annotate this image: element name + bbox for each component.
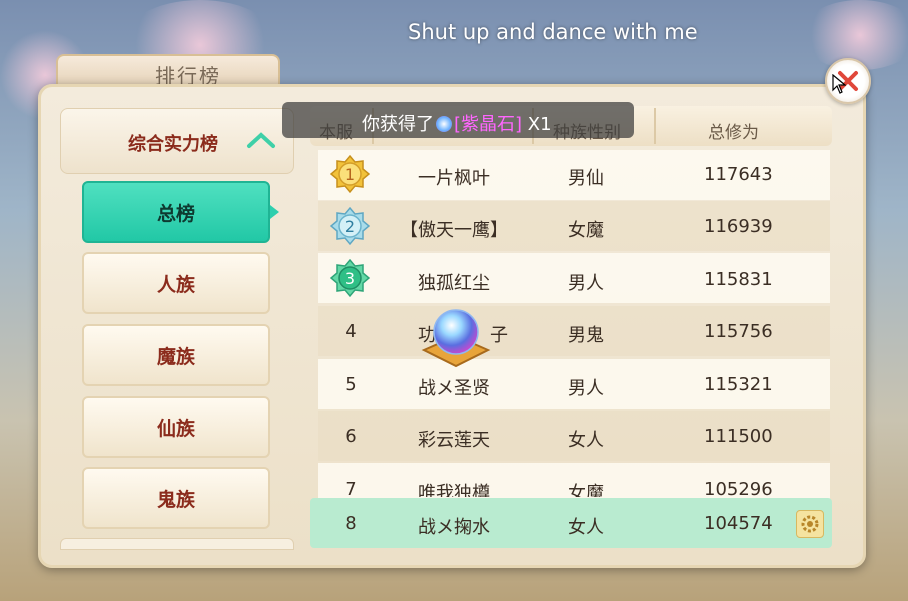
gear-icon[interactable]: [796, 510, 824, 538]
svg-text:2: 2: [345, 217, 355, 236]
player-rank: 4: [345, 321, 357, 342]
player-rank: 5: [345, 374, 357, 395]
player-name: 【傲天一鹰】: [400, 220, 508, 241]
left-column-footer: [60, 538, 294, 550]
song-caption: Shut up and dance with me: [408, 20, 698, 44]
player-rank: 6: [345, 426, 357, 447]
toast-prefix: 你获得了: [362, 114, 434, 135]
player-race-gender: 女魔: [568, 220, 604, 241]
player-race-gender: 男鬼: [568, 325, 604, 346]
reward-toast-text: 你获得了 [紫晶石] X1: [362, 110, 552, 136]
my-rank: 8: [345, 513, 357, 534]
player-score: 115831: [704, 269, 773, 290]
green-medal-icon: 3: [330, 258, 370, 298]
chevron-up-icon[interactable]: [246, 130, 276, 152]
player-name: 战メ圣贤: [418, 378, 490, 399]
player-score: 115756: [704, 321, 773, 342]
toast-item-icon: [436, 116, 452, 132]
svg-text:3: 3: [345, 269, 355, 288]
my-name: 战メ掬水: [418, 517, 490, 538]
player-race-gender: 女魔: [568, 483, 604, 497]
nav-human[interactable]: 人族: [82, 252, 270, 314]
svg-text:1: 1: [345, 165, 355, 184]
silver-medal-icon: 2: [330, 206, 370, 246]
cursor-icon: [832, 74, 846, 94]
my-score: 104574: [704, 513, 773, 534]
nav-immortal[interactable]: 仙族: [82, 396, 270, 458]
player-score: 105296: [704, 479, 773, 497]
nav-demon[interactable]: 魔族: [82, 324, 270, 386]
nav-ghost[interactable]: 鬼族: [82, 467, 270, 529]
player-score: 115321: [704, 374, 773, 395]
player-race-gender: 男人: [568, 378, 604, 399]
toast-count: X1: [527, 114, 552, 135]
player-score: 116939: [704, 216, 773, 237]
player-race-gender: 男人: [568, 273, 604, 294]
header-total-cultivation: 总修为: [708, 123, 759, 143]
player-race-gender: 男仙: [568, 168, 604, 189]
player-name: 唯我独樽: [418, 483, 490, 497]
player-score: 111500: [704, 426, 773, 447]
crystal-orb-icon: [421, 309, 491, 368]
player-name: 一片枫叶: [418, 168, 490, 189]
player-score: 117643: [704, 164, 773, 185]
player-race-gender: 女人: [568, 430, 604, 451]
toast-item-name: [紫晶石]: [454, 114, 523, 135]
nav-total[interactable]: 总榜: [82, 181, 270, 243]
player-name: 彩云莲天: [418, 430, 490, 451]
player-name: 独孤红尘: [418, 273, 490, 294]
gold-medal-icon: 1: [330, 154, 370, 194]
player-name-tail: 子: [490, 325, 508, 346]
active-indicator: [270, 205, 279, 219]
player-rank: 7: [345, 479, 357, 497]
category-label: 综合实力榜: [128, 134, 218, 155]
header-divider: [654, 108, 656, 144]
my-race-gender: 女人: [568, 517, 604, 538]
